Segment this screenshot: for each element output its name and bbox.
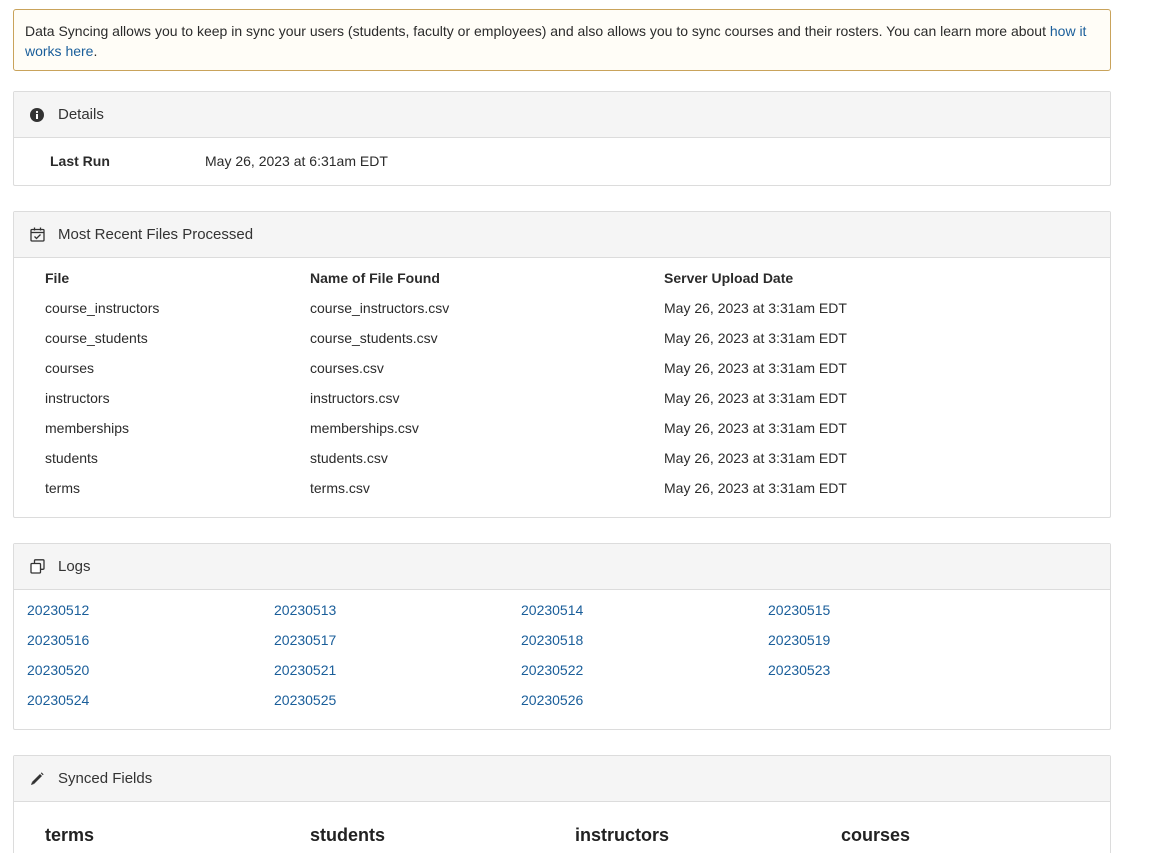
logs-header: Logs [14, 544, 1110, 590]
synced-fields-header: Synced Fields [14, 756, 1110, 802]
log-link-20230516[interactable]: 20230516 [27, 632, 89, 648]
file-found-cell: course_instructors.csv [310, 300, 450, 316]
table-row: students students.csv May 26, 2023 at 3:… [14, 442, 1110, 472]
file-cell: memberships [45, 420, 130, 436]
file-found-cell: terms.csv [310, 480, 370, 496]
log-link-20230521[interactable]: 20230521 [274, 662, 336, 678]
log-link-20230524[interactable]: 20230524 [27, 692, 89, 708]
file-cell: courses [45, 360, 95, 376]
synced-fields-panel: Synced Fields terms students instructors… [13, 755, 1111, 853]
last-run-value: May 26, 2023 at 6:31am EDT [205, 153, 388, 169]
file-found-cell: instructors.csv [310, 390, 400, 406]
file-cell: course_instructors [45, 300, 160, 316]
upload-date-cell: May 26, 2023 at 3:31am EDT [664, 360, 847, 376]
log-link-20230526[interactable]: 20230526 [521, 692, 583, 708]
log-link-20230518[interactable]: 20230518 [521, 632, 583, 648]
fields-col-terms: terms [45, 825, 95, 845]
log-link-20230523[interactable]: 20230523 [768, 662, 830, 678]
table-row: instructors instructors.csv May 26, 2023… [14, 382, 1110, 412]
log-link-20230517[interactable]: 20230517 [274, 632, 336, 648]
file-found-cell: course_students.csv [310, 330, 438, 346]
files-table: File Name of File Found Server Upload Da… [14, 262, 1110, 502]
recent-files-header: Most Recent Files Processed [14, 212, 1110, 258]
details-title: Details [58, 106, 104, 123]
info-icon [29, 107, 45, 123]
log-link-20230515[interactable]: 20230515 [768, 602, 830, 618]
upload-date-cell: May 26, 2023 at 3:31am EDT [664, 390, 847, 406]
upload-date-cell: May 26, 2023 at 3:31am EDT [664, 420, 847, 436]
last-run-label: Last Run [50, 153, 110, 169]
fields-col-students: students [310, 825, 386, 845]
file-found-cell: students.csv [310, 450, 388, 466]
upload-date-cell: May 26, 2023 at 3:31am EDT [664, 480, 847, 496]
logs-panel: Logs 20230512 20230513 20230514 20230515… [13, 543, 1111, 730]
fields-col-instructors: instructors [575, 825, 670, 845]
log-link-20230512[interactable]: 20230512 [27, 602, 89, 618]
logs-title: Logs [58, 558, 91, 575]
sync-info-notice: Data Syncing allows you to keep in sync … [13, 9, 1111, 71]
pencil-icon [29, 771, 45, 787]
last-run-row: Last Run May 26, 2023 at 6:31am EDT [14, 138, 1110, 186]
col-file: File [45, 270, 70, 286]
table-header-row: File Name of File Found Server Upload Da… [14, 262, 1110, 292]
file-cell: course_students [45, 330, 148, 346]
calendar-check-icon [29, 227, 45, 243]
notice-text: Data Syncing allows you to keep in sync … [25, 23, 1050, 39]
upload-date-cell: May 26, 2023 at 3:31am EDT [664, 450, 847, 466]
col-upload-date: Server Upload Date [664, 270, 794, 286]
file-found-cell: memberships.csv [310, 420, 419, 436]
copy-icon [29, 559, 45, 575]
file-cell: students [45, 450, 98, 466]
table-row: memberships memberships.csv May 26, 2023… [14, 412, 1110, 442]
table-row: course_students course_students.csv May … [14, 322, 1110, 352]
recent-files-title: Most Recent Files Processed [58, 226, 254, 243]
log-link-20230514[interactable]: 20230514 [521, 602, 583, 618]
synced-fields-title: Synced Fields [58, 770, 153, 787]
notice-suffix: . [93, 43, 98, 59]
log-link-20230513[interactable]: 20230513 [274, 602, 336, 618]
upload-date-cell: May 26, 2023 at 3:31am EDT [664, 300, 847, 316]
log-link-20230525[interactable]: 20230525 [274, 692, 336, 708]
log-link-20230519[interactable]: 20230519 [768, 632, 830, 648]
synced-fields-columns: terms students instructors courses [14, 802, 1110, 853]
upload-date-cell: May 26, 2023 at 3:31am EDT [664, 330, 847, 346]
details-panel: Details Last Run May 26, 2023 at 6:31am … [13, 91, 1111, 186]
details-header: Details [14, 92, 1110, 138]
log-link-20230520[interactable]: 20230520 [27, 662, 89, 678]
file-found-cell: courses.csv [310, 360, 384, 376]
logs-grid: 20230512 20230513 20230514 20230515 2023… [14, 590, 1110, 708]
table-row: terms terms.csv May 26, 2023 at 3:31am E… [14, 472, 1110, 502]
table-row: course_instructors course_instructors.cs… [14, 292, 1110, 322]
col-name-found: Name of File Found [310, 270, 440, 286]
file-cell: instructors [45, 390, 110, 406]
table-row: courses courses.csv May 26, 2023 at 3:31… [14, 352, 1110, 382]
file-cell: terms [45, 480, 80, 496]
log-link-20230522[interactable]: 20230522 [521, 662, 583, 678]
fields-col-courses: courses [841, 825, 911, 845]
recent-files-panel: Most Recent Files Processed File Name of… [13, 211, 1111, 518]
